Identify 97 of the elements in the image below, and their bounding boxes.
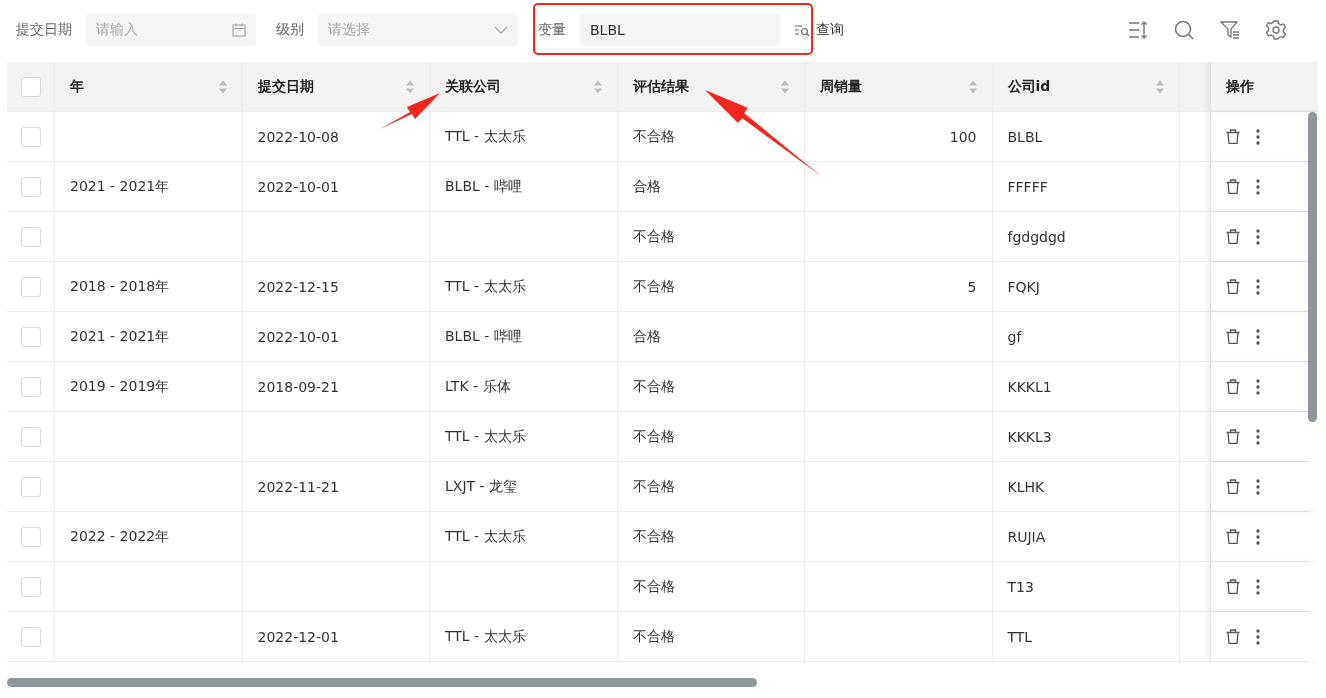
table-cell: 2022 - 2022年 <box>70 527 170 546</box>
table-cell: BLBL - 哔哩 <box>445 327 522 346</box>
checkbox[interactable] <box>20 176 41 197</box>
table-cell: 2022-10-01 <box>257 178 339 195</box>
table-cell: TTL - 太太乐 <box>445 127 526 146</box>
table-cell: 100 <box>949 128 977 145</box>
table-cell: KKKL1 <box>1007 378 1052 395</box>
column-header[interactable]: 年 <box>55 62 243 111</box>
table-cell: 2022-12-15 <box>257 278 339 295</box>
trash-icon[interactable] <box>1226 629 1240 644</box>
trash-icon[interactable] <box>1226 179 1240 194</box>
table-cell: 不合格 <box>632 527 675 546</box>
table-cell: TTL - 太太乐 <box>445 427 526 446</box>
scrollbar-thumb[interactable] <box>7 678 757 687</box>
checkbox[interactable] <box>20 76 41 97</box>
table-cell: 2021 - 2021年 <box>70 327 170 346</box>
trash-icon[interactable] <box>1226 229 1240 244</box>
calendar-icon <box>232 23 246 37</box>
table-cell: T13 <box>1007 578 1034 595</box>
table-cell: 合格 <box>632 327 661 346</box>
table-cell: KKKL3 <box>1007 428 1052 445</box>
more-icon[interactable] <box>1256 428 1260 445</box>
table-cell: 不合格 <box>632 277 675 296</box>
table-cell: BLBL - 哔哩 <box>445 177 522 196</box>
checkbox[interactable] <box>20 526 41 547</box>
table-cell: TTL - 太太乐 <box>445 527 526 546</box>
table-cell: LTK - 乐体 <box>445 377 511 396</box>
trash-icon[interactable] <box>1226 529 1240 544</box>
table-cell: 2019 - 2019年 <box>70 377 170 396</box>
table-cell: 2018-09-21 <box>257 378 339 395</box>
query-button[interactable]: 查询 <box>794 21 844 39</box>
table-cell: LXJT - 龙玺 <box>445 477 518 496</box>
trash-icon[interactable] <box>1226 579 1240 594</box>
table-cell: 不合格 <box>632 477 675 496</box>
chevron-down-icon <box>494 26 508 34</box>
trash-icon[interactable] <box>1226 279 1240 294</box>
table-cell: 5 <box>967 278 977 295</box>
filter-icon[interactable] <box>1220 20 1240 40</box>
trash-icon[interactable] <box>1226 379 1240 394</box>
table-cell: 不合格 <box>632 427 675 446</box>
table-cell: 不合格 <box>632 577 675 596</box>
table-cell: 2022-10-08 <box>257 128 339 145</box>
table-cell: 2018 - 2018年 <box>70 277 170 296</box>
filter-label: 提交日期 <box>16 21 72 39</box>
input-field[interactable]: BLBL <box>580 14 780 46</box>
more-icon[interactable] <box>1256 478 1260 495</box>
column-header[interactable]: 公司id <box>992 62 1180 111</box>
table-cell: 不合格 <box>632 227 675 246</box>
table-cell: KLHK <box>1007 478 1045 495</box>
more-icon[interactable] <box>1256 378 1260 395</box>
more-icon[interactable] <box>1256 228 1260 245</box>
sort-lines-icon[interactable] <box>1128 20 1148 40</box>
table-cell: 2022-10-01 <box>257 328 339 345</box>
table-cell: 合格 <box>632 177 661 196</box>
more-icon[interactable] <box>1256 128 1260 145</box>
checkbox[interactable] <box>20 226 41 247</box>
checkbox[interactable] <box>20 326 41 347</box>
search-icon[interactable] <box>1174 20 1194 40</box>
list-search-icon <box>794 23 810 37</box>
trash-icon[interactable] <box>1226 329 1240 344</box>
table-cell: FFFFF <box>1007 178 1048 195</box>
checkbox[interactable] <box>20 626 41 647</box>
table-cell: gf <box>1007 328 1022 345</box>
table-cell: TTL <box>1007 628 1033 645</box>
more-icon[interactable] <box>1256 178 1260 195</box>
scrollbar-thumb[interactable] <box>1308 112 1317 422</box>
column-header[interactable]: 周销量 <box>805 62 993 111</box>
more-icon[interactable] <box>1256 528 1260 545</box>
more-icon[interactable] <box>1256 578 1260 595</box>
checkbox[interactable] <box>20 476 41 497</box>
filter-label: 变量 <box>538 21 566 39</box>
table-cell: RUJIA <box>1007 528 1046 545</box>
checkbox[interactable] <box>20 576 41 597</box>
trash-icon[interactable] <box>1226 429 1240 444</box>
trash-icon[interactable] <box>1226 479 1240 494</box>
table-cell: 2022-11-21 <box>257 478 339 495</box>
table-cell: 2021 - 2021年 <box>70 177 170 196</box>
table-cell: FQKJ <box>1007 278 1040 295</box>
more-icon[interactable] <box>1256 278 1260 295</box>
table-cell: TTL - 太太乐 <box>445 627 526 646</box>
table-cell: 不合格 <box>632 377 675 396</box>
trash-icon[interactable] <box>1226 129 1240 144</box>
checkbox[interactable] <box>20 426 41 447</box>
filter-label: 级别 <box>276 21 304 39</box>
table-cell: TTL - 太太乐 <box>445 277 526 296</box>
checkbox[interactable] <box>20 376 41 397</box>
table-cell: 不合格 <box>632 627 675 646</box>
more-icon[interactable] <box>1256 628 1260 645</box>
checkbox[interactable] <box>20 126 41 147</box>
checkbox[interactable] <box>20 276 41 297</box>
settings-icon[interactable] <box>1266 20 1286 40</box>
table-cell: 2022-12-01 <box>257 628 339 645</box>
more-icon[interactable] <box>1256 328 1260 345</box>
table-cell: fgdgdgd <box>1007 228 1066 245</box>
column-header: 操作 <box>1211 62 1318 111</box>
table-cell: BLBL <box>1007 128 1043 145</box>
table-cell: 不合格 <box>632 127 675 146</box>
